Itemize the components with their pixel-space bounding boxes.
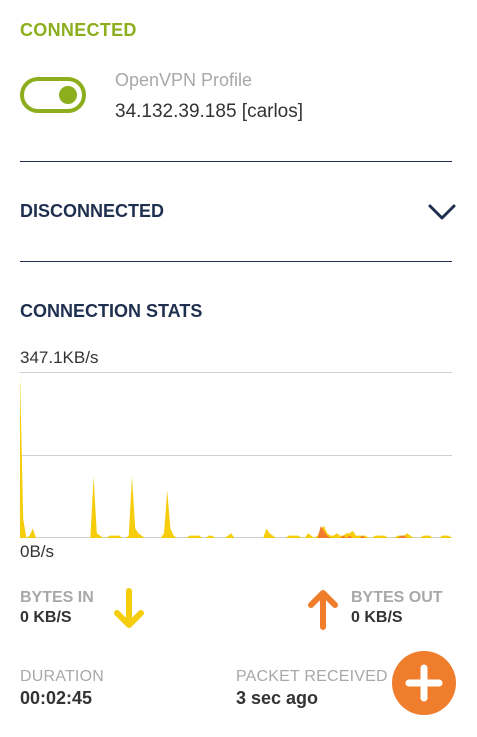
packet-received-value: 3 sec ago <box>236 688 319 708</box>
connected-section-title: CONNECTED <box>20 20 137 40</box>
connection-toggle[interactable] <box>20 77 86 113</box>
duration-label: DURATION <box>20 668 104 685</box>
traffic-chart <box>20 372 452 538</box>
vpn-profile-row: OpenVPN Profile 34.132.39.185 [carlos] <box>20 68 457 128</box>
bytes-in-label: BYTES IN <box>20 589 94 606</box>
chart-min-label: 0B/s <box>20 542 55 561</box>
arrow-up-icon <box>306 588 340 630</box>
bytes-out-value: 0 KB/S <box>351 609 403 626</box>
chart-max-label: 347.1KB/s <box>20 348 99 367</box>
divider-top <box>20 161 452 162</box>
duration-value: 00:02:45 <box>20 688 93 708</box>
disconnected-section-title: DISCONNECTED <box>20 201 165 221</box>
toggle-knob <box>59 86 77 104</box>
profile-name: OpenVPN Profile <box>115 70 253 90</box>
disconnected-section-header[interactable]: DISCONNECTED <box>20 190 457 234</box>
profile-address: 34.132.39.185 [carlos] <box>115 101 304 122</box>
packet-received-label: PACKET RECEIVED <box>236 668 388 685</box>
divider-bottom <box>20 261 452 262</box>
chart-series-area-2 <box>20 526 452 538</box>
connection-stats-title: CONNECTION STATS <box>20 301 203 321</box>
bytes-in-value: 0 KB/S <box>20 609 72 626</box>
chevron-down-icon[interactable] <box>427 200 457 224</box>
add-profile-button[interactable] <box>392 651 456 715</box>
plus-icon <box>405 664 443 702</box>
arrow-down-icon <box>112 588 146 630</box>
bytes-out-label: BYTES OUT <box>351 589 443 606</box>
